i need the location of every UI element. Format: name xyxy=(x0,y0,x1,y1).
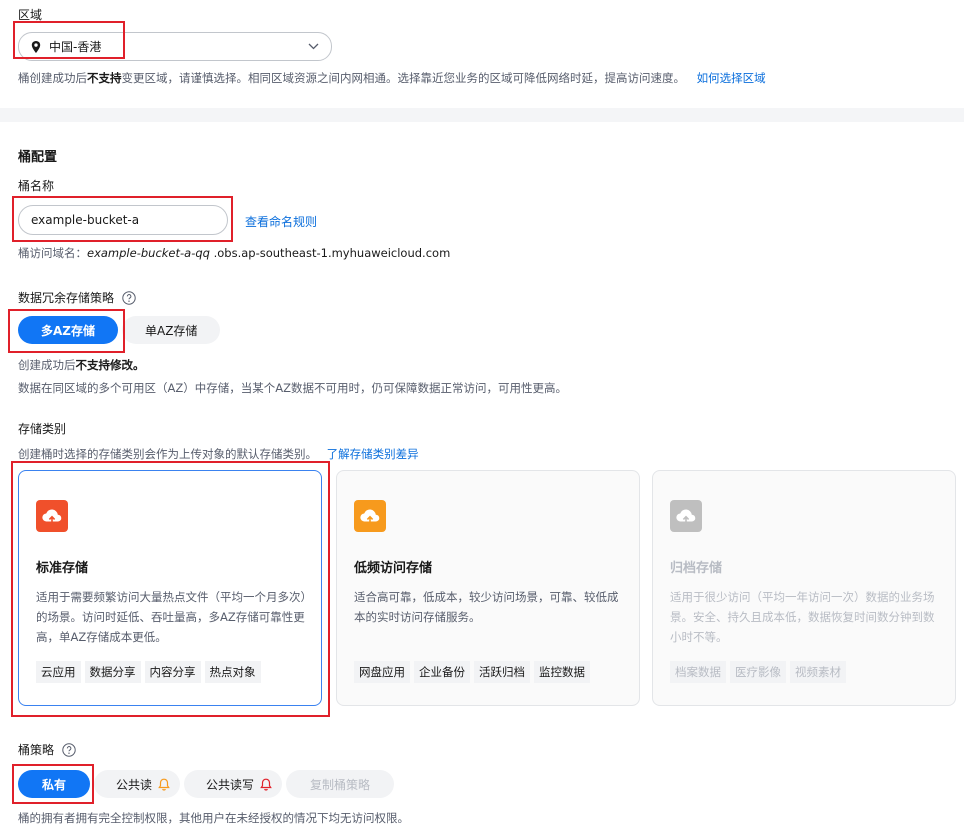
redundancy-label-row: 数据冗余存储策略 xyxy=(18,289,136,306)
storage-card-desc: 适用于很少访问（平均一年访问一次）数据的业务场景。安全、持久且成本低，数据恢复时… xyxy=(670,590,935,644)
help-icon[interactable] xyxy=(62,742,76,757)
storage-card-title: 低频访问存储 xyxy=(354,561,433,576)
help-icon[interactable] xyxy=(122,290,136,305)
copy-bucket-policy-option[interactable]: 复制桶策略 xyxy=(286,770,395,798)
storage-card-tags: 云应用 数据分享 内容分享 热点对象 xyxy=(36,661,261,683)
tag: 内容分享 xyxy=(144,661,201,683)
storage-card-desc: 适用于需要频繁访问大量热点文件（平均一个月多次）的场景。访问时延低、吞吐量高，多… xyxy=(36,590,307,644)
chevron-down-icon xyxy=(308,43,319,50)
bucket-name-label: 桶名称 xyxy=(18,179,55,193)
tag: 视频素材 xyxy=(790,661,846,683)
tag: 活跃归档 xyxy=(474,661,530,683)
bucket-config-title: 桶配置 xyxy=(18,150,58,165)
storage-class-label: 存储类别 xyxy=(18,422,67,436)
multi-az-option[interactable]: 多AZ存储 xyxy=(18,316,118,344)
storage-card-tags: 网盘应用 企业备份 活跃归档 监控数据 xyxy=(354,661,590,683)
redundancy-hint-1: 创建成功后不支持修改。 xyxy=(18,358,145,372)
tag: 监控数据 xyxy=(534,661,590,683)
section-divider xyxy=(0,108,964,122)
tag: 网盘应用 xyxy=(354,661,410,683)
policy-private-option[interactable]: 私有 xyxy=(18,770,91,798)
policy-hint: 桶的拥有者拥有完全控制权限，其他用户在未经授权的情况下均无访问权限。 xyxy=(18,811,409,825)
redundancy-segmented-control: 多AZ存储 单AZ存储 xyxy=(18,316,221,344)
tag: 热点对象 xyxy=(204,661,261,683)
naming-rules-link[interactable]: 查看命名规则 xyxy=(245,213,317,230)
bell-warning-icon xyxy=(158,778,170,791)
how-to-choose-region-link[interactable]: 如何选择区域 xyxy=(697,71,766,85)
tag: 医疗影像 xyxy=(730,661,786,683)
policy-public-read-write-option[interactable]: 公共读写 xyxy=(184,770,283,798)
bell-danger-icon xyxy=(260,778,272,791)
policy-option-label: 公共读 xyxy=(116,777,153,792)
storage-card-archive[interactable]: 归档存储 适用于很少访问（平均一年访问一次）数据的业务场景。安全、持久且成本低，… xyxy=(652,470,956,706)
storage-class-diff-link[interactable]: 了解存储类别差异 xyxy=(327,447,419,461)
tag: 企业备份 xyxy=(414,661,470,683)
cloud-upload-icon xyxy=(354,500,386,532)
storage-card-title: 归档存储 xyxy=(670,561,723,576)
region-select[interactable]: 中国-香港 xyxy=(18,32,332,61)
redundancy-label: 数据冗余存储策略 xyxy=(18,291,115,305)
cloud-upload-icon xyxy=(670,500,702,532)
location-pin-icon xyxy=(31,40,41,53)
redundancy-hint-2: 数据在同区域的多个可用区（AZ）中存储，当某个AZ数据不可用时，仍可保障数据正常… xyxy=(18,381,567,395)
storage-card-desc: 适合高可靠，低成本，较少访问场景，可靠、较低成本的实时访问存储服务。 xyxy=(354,590,619,624)
storage-card-title: 标准存储 xyxy=(36,561,89,576)
single-az-option[interactable]: 单AZ存储 xyxy=(122,316,221,344)
policy-label: 桶策略 xyxy=(18,743,55,757)
tag: 云应用 xyxy=(36,661,81,683)
storage-card-standard[interactable]: 标准存储 适用于需要频繁访问大量热点文件（平均一个月多次）的场景。访问时延低、吞… xyxy=(18,470,322,706)
policy-public-read-option[interactable]: 公共读 xyxy=(94,770,181,798)
tag: 数据分享 xyxy=(84,661,141,683)
cloud-upload-icon xyxy=(36,500,68,532)
policy-option-label: 公共读写 xyxy=(206,777,255,792)
bucket-name-input[interactable] xyxy=(18,205,228,235)
storage-class-hint: 创建桶时选择的存储类别会作为上传对象的默认存储类别。 了解存储类别差异 xyxy=(18,447,419,461)
storage-card-infrequent[interactable]: 低频访问存储 适合高可靠，低成本，较少访问场景，可靠、较低成本的实时访问存储服务… xyxy=(336,470,640,706)
policy-label-row: 桶策略 xyxy=(18,741,76,758)
region-label: 区域 xyxy=(18,8,43,22)
bucket-domain-hint: 桶访问域名：example-bucket-a-qq .obs.ap-southe… xyxy=(18,246,451,260)
policy-segmented-control: 私有 公共读 公共读写 复制桶策略 xyxy=(18,770,395,798)
region-select-value: 中国-香港 xyxy=(49,40,102,54)
tag: 档案数据 xyxy=(670,661,726,683)
region-hint: 桶创建成功后不支持变更区域，请谨慎选择。相同区域资源之间内网相通。选择靠近您业务… xyxy=(18,71,766,85)
storage-card-tags: 档案数据 医疗影像 视频素材 xyxy=(670,661,846,683)
